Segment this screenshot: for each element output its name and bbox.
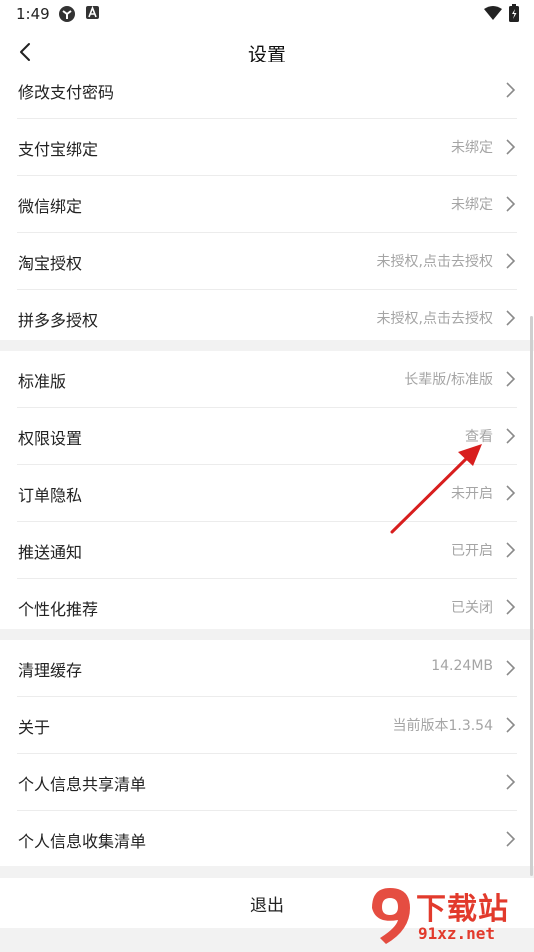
row-info-sharing-list[interactable]: 个人信息共享清单 <box>17 754 517 811</box>
chevron-right-icon <box>506 82 516 98</box>
info-section: 清理缓存 14.24MB 关于 当前版本1.3.54 个人信息共享清单 个人信息… <box>0 640 534 866</box>
row-label: 清理缓存 <box>18 661 83 680</box>
row-label: 拼多多授权 <box>18 311 99 330</box>
chevron-right-icon <box>506 542 516 558</box>
row-label: 关于 <box>18 718 51 737</box>
row-value: 14.24MB <box>431 658 493 674</box>
row-label: 修改支付密码 <box>18 83 115 102</box>
row-label: 个人信息共享清单 <box>18 775 147 794</box>
row-label: 淘宝授权 <box>18 254 83 273</box>
row-clear-cache[interactable]: 清理缓存 14.24MB <box>17 640 517 697</box>
row-alipay-binding[interactable]: 支付宝绑定 未绑定 <box>17 119 517 176</box>
watermark-domain: 91xz.net <box>418 924 496 943</box>
row-value: 长辈版/标准版 <box>404 372 493 388</box>
scrollbar[interactable] <box>530 316 533 876</box>
row-value: 已关闭 <box>451 600 493 616</box>
row-taobao-authorization[interactable]: 淘宝授权 未授权,点击去授权 <box>17 233 517 290</box>
row-value: 未授权,点击去授权 <box>376 311 493 327</box>
row-info-collection-list[interactable]: 个人信息收集清单 <box>17 811 517 867</box>
watermark-9-icon <box>372 888 410 944</box>
chevron-right-icon <box>506 774 516 790</box>
app-notification-icon <box>58 5 76 27</box>
row-value: 已开启 <box>451 543 493 559</box>
row-wechat-binding[interactable]: 微信绑定 未绑定 <box>17 176 517 233</box>
row-label: 标准版 <box>18 372 67 391</box>
row-value: 查看 <box>465 429 493 445</box>
watermark-logo: 下载站 91xz.net <box>366 884 532 948</box>
row-value: 未绑定 <box>451 197 493 213</box>
row-label: 个人信息收集清单 <box>18 832 147 851</box>
row-value: 未绑定 <box>451 140 493 156</box>
battery-icon <box>509 4 519 26</box>
accessibility-notification-icon <box>85 5 100 24</box>
chevron-right-icon <box>506 660 516 676</box>
chevron-right-icon <box>506 428 516 444</box>
watermark-text: 下载站 <box>416 892 509 927</box>
row-label: 支付宝绑定 <box>18 140 99 159</box>
row-pinduoduo-authorization[interactable]: 拼多多授权 未授权,点击去授权 <box>17 290 517 346</box>
chevron-right-icon <box>506 717 516 733</box>
status-time: 1:49 <box>16 5 50 23</box>
row-label: 权限设置 <box>18 429 83 448</box>
chevron-right-icon <box>506 371 516 387</box>
row-order-privacy[interactable]: 订单隐私 未开启 <box>17 465 517 522</box>
row-value: 未开启 <box>451 486 493 502</box>
row-value: 当前版本1.3.54 <box>392 718 493 734</box>
row-push-notifications[interactable]: 推送通知 已开启 <box>17 522 517 579</box>
chevron-right-icon <box>506 310 516 326</box>
chevron-right-icon <box>506 831 516 847</box>
chevron-right-icon <box>506 196 516 212</box>
row-version-mode[interactable]: 标准版 长辈版/标准版 <box>17 351 517 408</box>
row-label: 推送通知 <box>18 543 83 562</box>
row-label: 微信绑定 <box>18 197 83 216</box>
row-about[interactable]: 关于 当前版本1.3.54 <box>17 697 517 754</box>
chevron-right-icon <box>506 253 516 269</box>
wifi-icon <box>484 6 502 25</box>
preferences-section: 标准版 长辈版/标准版 权限设置 查看 订单隐私 未开启 推送通知 已开启 个性… <box>0 351 534 629</box>
row-change-payment-password[interactable]: 修改支付密码 <box>17 62 517 119</box>
row-permission-settings[interactable]: 权限设置 查看 <box>17 408 517 465</box>
row-personalized-recommendations[interactable]: 个性化推荐 已关闭 <box>17 579 517 635</box>
account-section: 修改支付密码 支付宝绑定 未绑定 微信绑定 未绑定 淘宝授权 未授权,点击去授权… <box>0 62 534 340</box>
status-bar: 1:49 <box>0 0 534 28</box>
row-value: 未授权,点击去授权 <box>376 254 493 270</box>
row-label: 个性化推荐 <box>18 600 99 619</box>
chevron-right-icon <box>506 139 516 155</box>
chevron-right-icon <box>506 599 516 615</box>
chevron-right-icon <box>506 485 516 501</box>
row-label: 订单隐私 <box>18 486 83 505</box>
